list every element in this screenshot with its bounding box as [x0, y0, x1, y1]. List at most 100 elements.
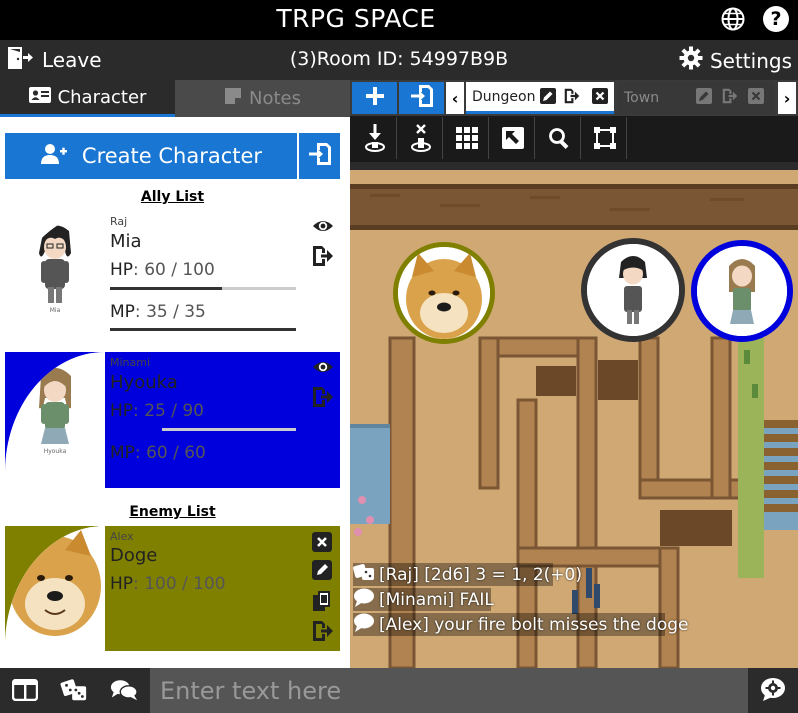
- token-hyouka[interactable]: [691, 240, 793, 342]
- import-character-button[interactable]: [299, 133, 340, 179]
- chat-message: [Alex] your fire bolt misses the doge: [353, 612, 793, 637]
- hp-bar-fill: [110, 287, 222, 290]
- mp-bar: [110, 469, 296, 472]
- chat-text: [Raj] [2d6] 3 = 1, 2(+0): [379, 564, 582, 585]
- export-icon[interactable]: [312, 386, 334, 408]
- export-icon[interactable]: [564, 88, 580, 104]
- chat-text: [Minami] FAIL: [379, 589, 494, 610]
- eye-icon[interactable]: [312, 356, 334, 378]
- character-list-area: Create Character Ally List Mia Raj Mia H…: [0, 117, 350, 668]
- grid-icon[interactable]: [445, 117, 489, 159]
- left-tabs: Character Notes: [0, 80, 350, 117]
- copy-icon[interactable]: [312, 590, 334, 612]
- dice-icon: [353, 562, 375, 587]
- hp-readout: HP: 60 / 100: [110, 260, 215, 280]
- close-icon[interactable]: [592, 88, 608, 104]
- hp-readout: HP: 25 / 90: [110, 401, 204, 421]
- tab-character[interactable]: Character: [0, 80, 175, 117]
- create-character-button[interactable]: Create Character: [5, 133, 297, 179]
- mp-bar-fill: [110, 469, 296, 472]
- hp-value: 25 / 90: [144, 401, 204, 421]
- zoom-icon[interactable]: [537, 117, 581, 159]
- ally-card-hyouka[interactable]: Hyouka Minami Hyouka HP: 25 / 90 MP: 60 …: [5, 352, 340, 488]
- chat-log: [Raj] [2d6] 3 = 1, 2(+0) [Minami] FAIL […: [353, 562, 793, 637]
- token-doge[interactable]: [393, 242, 495, 344]
- select-area-icon[interactable]: [583, 117, 627, 159]
- note-icon: [224, 87, 242, 110]
- ally-list-heading[interactable]: Ally List: [0, 189, 345, 205]
- eye-icon[interactable]: [312, 215, 334, 237]
- bottom-bar: [0, 668, 798, 713]
- tab-notes[interactable]: Notes: [175, 80, 350, 117]
- create-character-row: Create Character: [5, 133, 340, 179]
- chat-message: [Minami] FAIL: [353, 587, 793, 612]
- import-map-button[interactable]: [399, 82, 444, 114]
- hp-label: HP: [110, 401, 134, 421]
- map-canvas[interactable]: [Raj] [2d6] 3 = 1, 2(+0) [Minami] FAIL […: [350, 170, 798, 668]
- import-icon: [410, 84, 433, 112]
- resize-icon[interactable]: [491, 117, 535, 159]
- add-token-down-icon[interactable]: [353, 117, 397, 159]
- mp-label: MP: [110, 302, 135, 322]
- export-icon[interactable]: [312, 620, 334, 642]
- dice-icon[interactable]: [60, 676, 88, 704]
- help-icon[interactable]: ?: [763, 6, 789, 32]
- hp-label: HP: [110, 260, 134, 280]
- chat-settings-button[interactable]: [748, 668, 798, 713]
- enemy-card-doge[interactable]: Alex Doge HP: 100 / 100: [5, 526, 340, 651]
- mp-bar-fill: [110, 328, 296, 331]
- mp-readout: MP: 35 / 35: [110, 302, 206, 322]
- token-mia[interactable]: [581, 238, 685, 342]
- hp-slider-handle[interactable]: [290, 596, 305, 611]
- edit-icon[interactable]: [540, 88, 556, 104]
- hp-label: HP: [110, 574, 134, 594]
- tab-dungeon-label: Dungeon: [472, 88, 536, 105]
- export-icon[interactable]: [722, 88, 738, 104]
- ally-card-mia[interactable]: Mia Raj Mia HP: 60 / 100 MP: 35 / 35: [5, 211, 340, 347]
- character-name: Doge: [110, 545, 158, 566]
- enemy-list-heading[interactable]: Enemy List: [0, 504, 345, 520]
- leave-button[interactable]: Leave: [6, 46, 102, 74]
- chat-input[interactable]: [150, 668, 748, 713]
- speech-icon: [353, 612, 375, 637]
- globe-icon[interactable]: [721, 7, 745, 31]
- settings-label: Settings: [709, 48, 792, 73]
- player-name: Raj: [110, 215, 128, 228]
- export-icon[interactable]: [312, 245, 334, 267]
- mp-value: 60 / 60: [146, 443, 206, 463]
- player-name: Minami: [110, 356, 151, 369]
- mp-value: 35 / 35: [146, 302, 206, 322]
- remove-token-icon[interactable]: [399, 117, 443, 159]
- hp-slider[interactable]: [110, 602, 296, 605]
- settings-button[interactable]: Settings: [679, 46, 792, 75]
- player-name: Alex: [110, 530, 134, 543]
- app-title: TRPG SPACE: [276, 4, 436, 33]
- add-user-icon: [40, 143, 68, 170]
- hp-value: 60 / 100: [144, 260, 215, 280]
- chat-message: [Raj] [2d6] 3 = 1, 2(+0): [353, 562, 793, 587]
- close-icon[interactable]: [748, 88, 764, 104]
- chat-bubbles-icon[interactable]: [110, 676, 138, 704]
- speech-icon: [353, 587, 375, 612]
- left-panel: Character Notes Create Character Ally Li…: [0, 80, 350, 668]
- map-panel: ‹ Dungeon Town › [Raj] [2d6] 3 = 1, 2(+0…: [350, 80, 798, 668]
- import-icon: [308, 142, 331, 170]
- edit-icon[interactable]: [312, 560, 334, 582]
- close-icon[interactable]: [312, 532, 334, 554]
- sprite-caption: Mia: [49, 307, 61, 314]
- id-card-icon: [28, 86, 51, 108]
- tab-character-label: Character: [57, 86, 147, 108]
- chat-settings-icon: [760, 676, 786, 706]
- chevron-right-icon[interactable]: ›: [778, 82, 796, 114]
- tab-notes-label: Notes: [249, 88, 301, 109]
- add-map-button[interactable]: [352, 82, 397, 114]
- chevron-left-icon[interactable]: ‹: [446, 82, 464, 114]
- map-toolbar: [350, 116, 798, 162]
- map-tab-bar: ‹ Dungeon Town ›: [350, 80, 798, 116]
- edit-icon[interactable]: [696, 88, 712, 104]
- hp-bar: [110, 428, 296, 431]
- room-bar: Leave (3)Room ID: 54997B9B Settings: [0, 40, 798, 80]
- tab-town-label: Town: [624, 90, 660, 106]
- layout-toggle-icon[interactable]: [11, 676, 39, 704]
- top-bar: TRPG SPACE ?: [0, 0, 798, 40]
